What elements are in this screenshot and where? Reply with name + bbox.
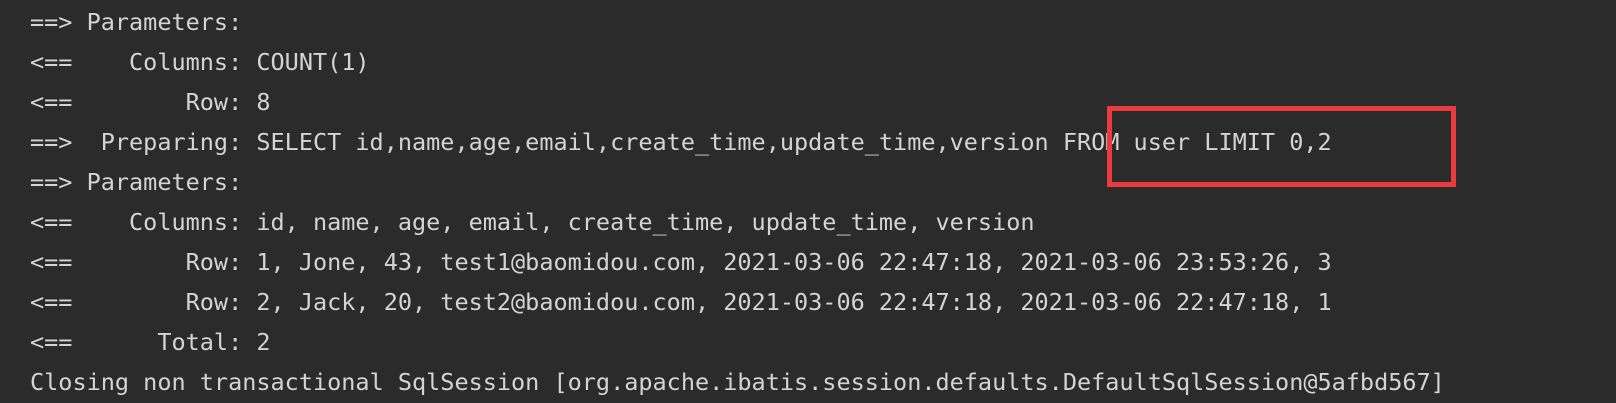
log-line-parameters-2: ==> Parameters:	[30, 168, 257, 196]
log-line-parameters-1: ==> Parameters:	[30, 8, 257, 36]
log-line-columns-user: <== Columns: id, name, age, email, creat…	[30, 208, 1035, 236]
log-line-row-1: <== Row: 1, Jone, 43, test1@baomidou.com…	[30, 248, 1332, 276]
log-line-row-2: <== Row: 2, Jack, 20, test2@baomidou.com…	[30, 288, 1332, 316]
log-line-closing-session: Closing non transactional SqlSession [or…	[30, 368, 1445, 396]
log-line-columns-count: <== Columns: COUNT(1)	[30, 48, 370, 76]
log-lines: ==> Parameters: <== Columns: COUNT(1) <=…	[30, 0, 1445, 402]
log-line-row-count: <== Row: 8	[30, 88, 271, 116]
console-output: ==> Parameters: <== Columns: COUNT(1) <=…	[0, 0, 1616, 403]
log-line-preparing-sql: ==> Preparing: SELECT id,name,age,email,…	[30, 128, 1332, 156]
log-line-total: <== Total: 2	[30, 328, 271, 356]
